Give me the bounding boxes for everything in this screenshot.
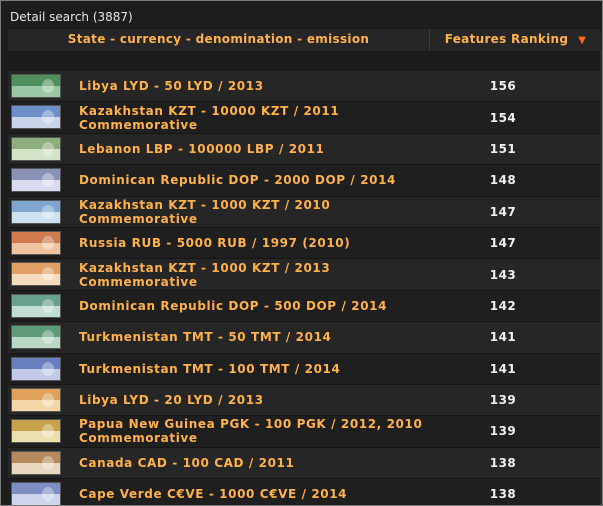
- banknote-title-link[interactable]: Turkmenistan TMT - 100 TMT / 2014: [79, 354, 340, 384]
- banknote-thumbnail[interactable]: [11, 105, 61, 130]
- table-row[interactable]: Lebanon LBP - 100000 LBP / 2011 151: [8, 133, 601, 166]
- banknote-title: Kazakhstan KZT - 10000 KZT / 2011: [79, 103, 340, 118]
- table-row[interactable]: Libya LYD - 20 LYD / 2013 139: [8, 384, 601, 417]
- banknote-thumbnail[interactable]: [11, 293, 61, 318]
- banknote-thumbnail[interactable]: [11, 168, 61, 193]
- banknote-thumbnail[interactable]: [11, 325, 61, 350]
- column-header-name[interactable]: State - currency - denomination - emissi…: [8, 29, 430, 51]
- table-row[interactable]: Kazakhstan KZT - 1000 KZT / 2010 Commemor…: [8, 196, 601, 228]
- banknote-subtitle: Commemorative: [79, 211, 198, 226]
- banknote-thumbnail[interactable]: [11, 230, 61, 255]
- banknote-title: Libya LYD - 20 LYD / 2013: [79, 393, 264, 408]
- feature-rank-value: 142: [489, 298, 517, 313]
- banknote-title-link[interactable]: Dominican Republic DOP - 2000 DOP / 2014: [79, 165, 396, 195]
- banknote-thumbnail[interactable]: [11, 262, 61, 287]
- banknote-title: Canada CAD - 100 CAD / 2011: [79, 455, 295, 470]
- header-spacer: [8, 51, 601, 70]
- table-row[interactable]: Turkmenistan TMT - 100 TMT / 2014 141: [8, 353, 601, 385]
- table-row[interactable]: Libya LYD - 50 LYD / 2013 156: [8, 71, 601, 103]
- results-list: Libya LYD - 50 LYD / 2013 156 Kazakhstan K…: [8, 71, 601, 505]
- banknote-title-link[interactable]: Libya LYD - 50 LYD / 2013: [79, 71, 264, 101]
- results-table-header: State - currency - denomination - emissi…: [8, 29, 601, 51]
- table-row[interactable]: Cape Verde C€VE - 1000 C€VE / 2014 138: [8, 479, 601, 505]
- feature-rank-value: 156: [489, 79, 517, 94]
- banknote-title-link[interactable]: Kazakhstan KZT - 1000 KZT / 2010 Commemor…: [79, 197, 330, 227]
- banknote-title-link[interactable]: Canada CAD - 100 CAD / 2011: [79, 448, 294, 478]
- banknote-subtitle: Commemorative: [79, 274, 198, 289]
- feature-rank-value: 141: [489, 361, 517, 376]
- banknote-title-link[interactable]: Turkmenistan TMT - 50 TMT / 2014: [79, 322, 331, 352]
- feature-rank-value: 139: [489, 424, 517, 439]
- feature-rank-value: 143: [489, 267, 517, 282]
- banknote-title: Papua New Guinea PGK - 100 PGK / 2012, 2…: [79, 417, 423, 432]
- banknote-title-link[interactable]: Kazakhstan KZT - 10000 KZT / 2011 Commemo…: [79, 102, 339, 132]
- table-row[interactable]: Turkmenistan TMT - 50 TMT / 2014 141: [8, 322, 601, 354]
- table-row[interactable]: Canada CAD - 100 CAD / 2011 138: [8, 447, 601, 480]
- feature-rank-value: 141: [489, 330, 517, 345]
- feature-rank-value: 151: [489, 141, 517, 156]
- banknote-title-link[interactable]: Dominican Republic DOP - 500 DOP / 2014: [79, 291, 387, 321]
- banknote-title: Russia RUB - 5000 RUB / 1997 (2010): [79, 236, 351, 251]
- detail-search-panel: Detail search (3887) State - currency - …: [0, 0, 603, 506]
- column-header-rank[interactable]: Features Ranking ▼: [430, 29, 601, 51]
- table-row[interactable]: Papua New Guinea PGK - 100 PGK / 2012, 2…: [8, 416, 601, 448]
- banknote-thumbnail[interactable]: [11, 136, 61, 161]
- banknote-thumbnail[interactable]: [11, 387, 61, 412]
- column-header-rank-label: Features Ranking: [444, 32, 569, 46]
- feature-rank-value: 138: [489, 487, 517, 502]
- feature-rank-value: 138: [489, 455, 517, 470]
- banknote-subtitle: Commemorative: [79, 117, 198, 132]
- feature-rank-value: 154: [489, 110, 517, 125]
- table-row[interactable]: Kazakhstan KZT - 10000 KZT / 2011 Commemo…: [8, 102, 601, 134]
- banknote-thumbnail[interactable]: [11, 199, 61, 224]
- feature-rank-value: 148: [489, 173, 517, 188]
- banknote-thumbnail[interactable]: [11, 74, 61, 98]
- banknote-title-link[interactable]: Libya LYD - 20 LYD / 2013: [79, 385, 264, 415]
- banknote-title-link[interactable]: Kazakhstan KZT - 1000 KZT / 2013 Commemor…: [79, 259, 330, 289]
- panel-title: Detail search (3887): [10, 10, 133, 24]
- table-row[interactable]: Russia RUB - 5000 RUB / 1997 (2010) 147: [8, 227, 601, 260]
- banknote-title: Lebanon LBP - 100000 LBP / 2011: [79, 141, 325, 156]
- banknote-title-link[interactable]: Papua New Guinea PGK - 100 PGK / 2012, 2…: [79, 416, 422, 446]
- feature-rank-value: 139: [489, 393, 517, 408]
- banknote-title: Kazakhstan KZT - 1000 KZT / 2010: [79, 197, 331, 212]
- banknote-thumbnail[interactable]: [11, 419, 61, 444]
- table-row[interactable]: Kazakhstan KZT - 1000 KZT / 2013 Commemor…: [8, 259, 601, 291]
- table-row[interactable]: Dominican Republic DOP - 500 DOP / 2014 1…: [8, 290, 601, 323]
- banknote-title: Cape Verde C€VE - 1000 C€VE / 2014: [79, 487, 348, 502]
- banknote-subtitle: Commemorative: [79, 431, 198, 446]
- scrollbar[interactable]: [600, 51, 602, 505]
- banknote-thumbnail[interactable]: [11, 356, 61, 381]
- banknote-title-link[interactable]: Russia RUB - 5000 RUB / 1997 (2010): [79, 228, 350, 258]
- banknote-title: Dominican Republic DOP - 500 DOP / 2014: [79, 298, 388, 313]
- banknote-title: Libya LYD - 50 LYD / 2013: [79, 79, 264, 94]
- banknote-title-link[interactable]: Lebanon LBP - 100000 LBP / 2011: [79, 134, 325, 164]
- banknote-title: Turkmenistan TMT - 100 TMT / 2014: [79, 361, 341, 376]
- banknote-title-link[interactable]: Cape Verde C€VE - 1000 C€VE / 2014: [79, 479, 348, 505]
- banknote-thumbnail[interactable]: [11, 450, 61, 475]
- banknote-title: Dominican Republic DOP - 2000 DOP / 2014: [79, 173, 396, 188]
- banknote-title: Kazakhstan KZT - 1000 KZT / 2013: [79, 260, 331, 275]
- sort-descending-icon[interactable]: ▼: [578, 35, 586, 46]
- banknote-thumbnail[interactable]: [11, 482, 61, 505]
- feature-rank-value: 147: [489, 236, 517, 251]
- table-row[interactable]: Dominican Republic DOP - 2000 DOP / 2014…: [8, 165, 601, 197]
- feature-rank-value: 147: [489, 204, 517, 219]
- banknote-title: Turkmenistan TMT - 50 TMT / 2014: [79, 330, 332, 345]
